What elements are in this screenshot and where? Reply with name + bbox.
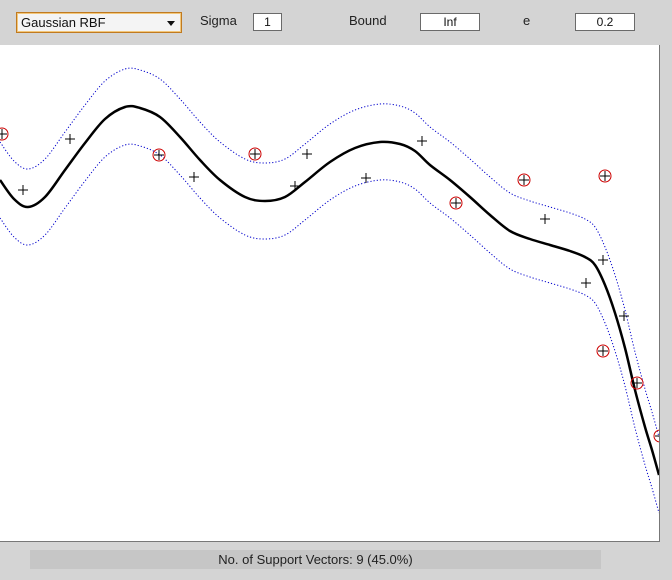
support-vector-point xyxy=(598,169,612,183)
data-point xyxy=(18,185,28,195)
chevron-down-icon xyxy=(167,21,175,26)
kernel-select-value: Gaussian RBF xyxy=(21,15,106,30)
data-point xyxy=(65,134,75,144)
data-point xyxy=(189,172,199,182)
support-vector-point xyxy=(0,127,9,141)
support-vector-point xyxy=(653,429,659,443)
support-vector-point xyxy=(449,196,463,210)
epsilon-tube-upper xyxy=(0,67,659,438)
e-label: e xyxy=(523,13,531,28)
kernel-select[interactable]: Gaussian RBF xyxy=(16,12,182,33)
regression-chart xyxy=(0,67,659,514)
e-field[interactable]: 0.2 xyxy=(575,13,635,31)
regression-curve xyxy=(0,104,659,476)
support-vector-point xyxy=(248,147,262,161)
sigma-label: Sigma xyxy=(200,13,237,28)
support-vector-point xyxy=(596,344,610,358)
epsilon-tube-lower xyxy=(0,143,659,514)
data-point xyxy=(361,173,371,183)
sigma-field[interactable]: 1 xyxy=(253,13,282,31)
data-point xyxy=(417,136,427,146)
data-point xyxy=(540,214,550,224)
support-vector-point xyxy=(152,148,166,162)
bound-field[interactable]: Inf xyxy=(420,13,480,31)
support-vector-point xyxy=(517,173,531,187)
data-point xyxy=(290,181,300,191)
data-point xyxy=(598,255,608,265)
bound-label: Bound xyxy=(349,13,387,28)
plot-canvas[interactable] xyxy=(0,45,660,542)
status-bar: No. of Support Vectors: 9 (45.0%) xyxy=(30,550,601,569)
toolbar: Gaussian RBF Sigma 1 Bound Inf e 0.2 xyxy=(0,0,672,44)
support-vector-point xyxy=(630,376,644,390)
data-point xyxy=(581,278,591,288)
data-point xyxy=(302,149,312,159)
